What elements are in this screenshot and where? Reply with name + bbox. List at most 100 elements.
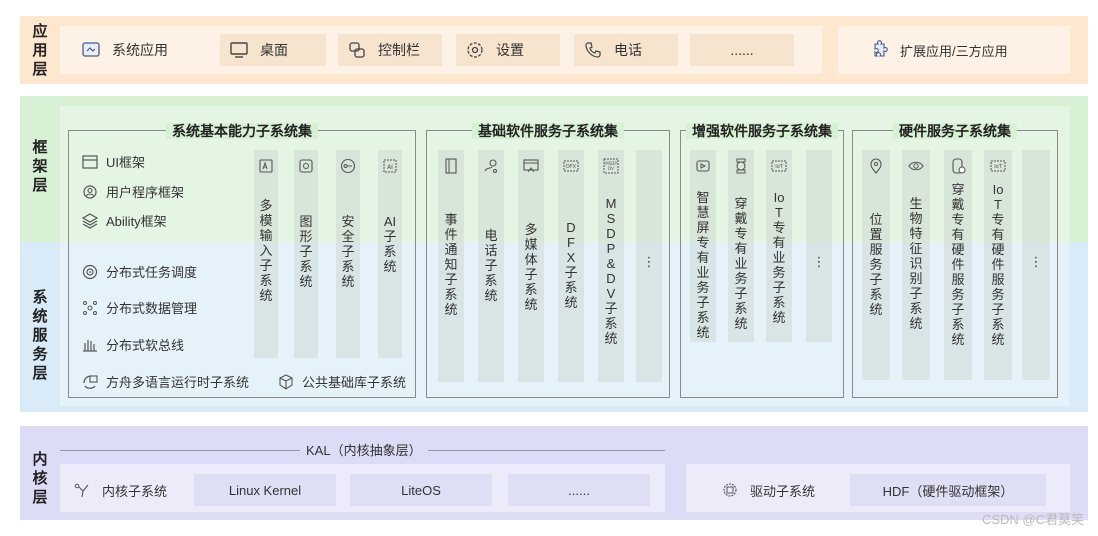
app-item-control-bar: 控制栏 <box>338 34 442 66</box>
app-item-system: 系统应用 <box>72 34 210 66</box>
media-icon <box>521 156 541 176</box>
kernel-item-hdf: HDF（硬件驱动框架） <box>850 474 1046 506</box>
app-item-more: ...... <box>690 34 794 66</box>
puzzle-icon <box>868 39 890 61</box>
kernel-item-linux: Linux Kernel <box>194 474 336 506</box>
data-manage-icon <box>80 299 100 317</box>
kal-label: KAL（内核抽象层） <box>300 440 428 459</box>
column-label: 穿戴专有业务子系统 <box>734 196 748 331</box>
bottom-item-ark: 方舟多语言运行时子系统 <box>80 372 249 391</box>
column-label: 多媒体子系统 <box>524 222 538 312</box>
telephony-icon <box>481 156 501 176</box>
section-title: 基础软件服务子系统集 <box>427 121 669 141</box>
layer-title-system: 系统服务层 <box>32 288 48 382</box>
svg-text:AI: AI <box>387 164 393 171</box>
chip-icon <box>720 480 740 500</box>
layer-title-framework: 框架层 <box>32 138 48 194</box>
framework-item-ability: Ability框架 <box>80 211 167 230</box>
service-item-data: 分布式数据管理 <box>80 298 197 317</box>
ui-frame-icon <box>80 153 100 171</box>
driver-subsystem-label: 驱动子系统 <box>750 483 816 499</box>
column-ellipsis: ⋮ <box>812 254 826 269</box>
iot-hw-icon: IoT <box>988 156 1008 176</box>
wear-hw-icon <box>948 156 968 176</box>
eye-icon <box>906 156 926 176</box>
kernel-item-more: ...... <box>508 474 650 506</box>
column-label: 生物特征识别子系统 <box>909 196 923 331</box>
app-item-desktop: 桌面 <box>220 34 326 66</box>
service-item-task: 分布式任务调度 <box>80 262 197 281</box>
svg-text:DV: DV <box>608 166 614 171</box>
layer-title-app: 应用层 <box>32 22 48 78</box>
app-ext-item: 扩展应用/三方应用 <box>860 34 1060 66</box>
app-item-phone: 电话 <box>574 34 678 66</box>
app-item-label: 桌面 <box>260 42 288 58</box>
bottom-label: 公共基础库子系统 <box>302 375 407 390</box>
settings-gear-icon <box>464 39 486 61</box>
service-item-softbus: 分布式软总线 <box>80 335 184 354</box>
framework-item-ui: UI框架 <box>80 152 145 171</box>
phone-icon <box>582 39 604 61</box>
watch-icon <box>731 156 751 176</box>
section-title: 硬件服务子系统集 <box>853 121 1057 141</box>
service-label: 分布式任务调度 <box>106 265 198 280</box>
ai-icon: AI <box>380 156 400 176</box>
control-bar-icon <box>346 39 368 61</box>
app-item-settings: 设置 <box>456 34 560 66</box>
svg-text:IoT: IoT <box>775 164 784 170</box>
column-label: 事件通知子系统 <box>444 212 458 317</box>
column-label: 位置服务子系统 <box>869 212 883 317</box>
graphics-icon <box>296 156 316 176</box>
kernel-subsystem-label: 内核子系统 <box>102 483 168 499</box>
column-label: 安全子系统 <box>341 214 355 289</box>
section-title: 增强软件服务子系统集 <box>681 121 843 141</box>
svg-text:DFX: DFX <box>566 164 577 170</box>
location-icon <box>866 156 886 176</box>
kernel-item-liteos: LiteOS <box>350 474 492 506</box>
column-label: IoT专有硬件服务子系统 <box>991 182 1005 347</box>
driver-subsystem: 驱动子系统 <box>720 480 815 500</box>
framework-label: Ability框架 <box>106 214 167 229</box>
dfx-icon: DFX <box>561 156 581 176</box>
service-label: 分布式软总线 <box>106 338 185 353</box>
column-ellipsis: ⋮ <box>642 254 656 269</box>
kernel-icon <box>72 480 92 500</box>
column-label: 多模输入子系统 <box>259 198 273 303</box>
soft-bus-icon <box>80 336 100 354</box>
column-label: DFX子系统 <box>564 220 578 310</box>
column-label: IoT专有业务子系统 <box>772 190 786 325</box>
layer-title-kernel: 内核层 <box>32 450 48 506</box>
app-item-label: ...... <box>730 42 754 58</box>
app-item-label: 系统应用 <box>112 42 168 58</box>
desktop-icon <box>228 39 250 61</box>
column-ellipsis: ⋮ <box>1029 254 1043 269</box>
column-label: AI子系统 <box>383 214 397 274</box>
service-label: 分布式数据管理 <box>106 301 198 316</box>
input-icon <box>256 156 276 176</box>
watermark: CSDN @C君莫笑 <box>981 512 1084 527</box>
app-item-label: 设置 <box>496 42 524 58</box>
key-icon <box>338 156 358 176</box>
user-program-icon <box>80 183 100 201</box>
kernel-subsystem: 内核子系统 <box>72 480 167 500</box>
framework-label: 用户程序框架 <box>106 185 185 200</box>
system-app-icon <box>80 39 102 61</box>
column-label: MSDP&DV子系统 <box>604 196 618 346</box>
app-item-label: 控制栏 <box>378 42 420 58</box>
column-label: 穿戴专有硬件服务子系统 <box>951 182 965 347</box>
task-schedule-icon <box>80 263 100 281</box>
bottom-item-common-lib: 公共基础库子系统 <box>276 372 406 391</box>
smart-screen-icon <box>693 156 713 176</box>
framework-item-user-program: 用户程序框架 <box>80 182 184 201</box>
svg-text:IoT: IoT <box>994 164 1003 170</box>
column-label: 电话子系统 <box>484 228 498 303</box>
app-ext-label: 扩展应用/三方应用 <box>900 43 1008 59</box>
column-more <box>806 150 832 342</box>
iot-icon: IoT <box>769 156 789 176</box>
bottom-label: 方舟多语言运行时子系统 <box>106 375 250 390</box>
app-item-label: 电话 <box>614 42 642 58</box>
column-label: 智慧屏专有业务子系统 <box>696 190 710 340</box>
ability-layers-icon <box>80 212 100 230</box>
section-title: 系统基本能力子系统集 <box>69 121 415 141</box>
cube-icon <box>276 373 296 391</box>
